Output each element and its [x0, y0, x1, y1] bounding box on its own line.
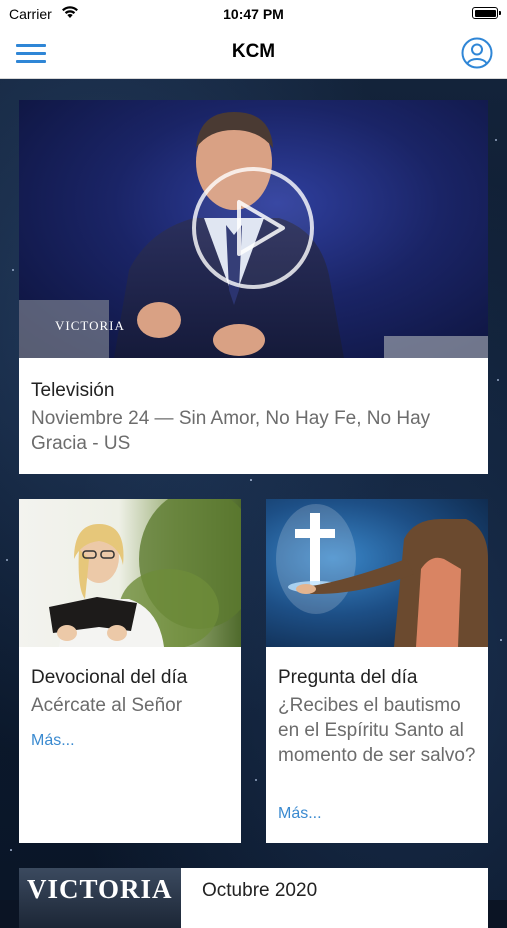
devotional-more-link[interactable]: Más... — [31, 732, 75, 750]
battery-icon — [472, 7, 501, 19]
play-icon[interactable] — [191, 166, 315, 290]
magazine-cover: VICTORIA — [19, 868, 181, 928]
devotional-card[interactable]: Devocional del día Acércate al Señor Más… — [19, 499, 241, 843]
question-more-link[interactable]: Más... — [278, 805, 322, 823]
victoria-overlay-label: VICTORIA — [55, 318, 125, 333]
status-bar: Carrier 10:47 PM — [0, 0, 507, 28]
question-category: Pregunta del día — [278, 667, 418, 688]
navigation-bar: KCM — [0, 28, 507, 79]
magazine-title: Octubre 2020 — [202, 880, 318, 901]
question-image — [266, 499, 488, 647]
clock: 10:47 PM — [223, 6, 284, 22]
television-card[interactable]: VICTORIA Televisión Noviembre 24 — Sin A… — [19, 100, 488, 474]
magazine-brand: VICTORIA — [27, 874, 173, 904]
app-title: KCM — [231, 41, 276, 62]
devotional-image — [19, 499, 241, 647]
television-category: Televisión — [31, 380, 115, 401]
question-card[interactable]: Pregunta del día ¿Recibes el bautismo en… — [266, 499, 488, 843]
question-title: ¿Recibes el bautismo en el Espíritu Sant… — [278, 695, 476, 766]
devotional-category: Devocional del día — [31, 667, 188, 688]
television-title: Noviembre 24 — Sin Amor, No Hay Fe, No H… — [31, 408, 431, 454]
devotional-title: Acércate al Señor — [31, 695, 183, 716]
magazine-card[interactable]: VICTORIA Octubre 2020 — [19, 868, 488, 928]
video-thumbnail[interactable]: VICTORIA — [19, 100, 488, 358]
user-profile-icon[interactable] — [461, 37, 493, 69]
